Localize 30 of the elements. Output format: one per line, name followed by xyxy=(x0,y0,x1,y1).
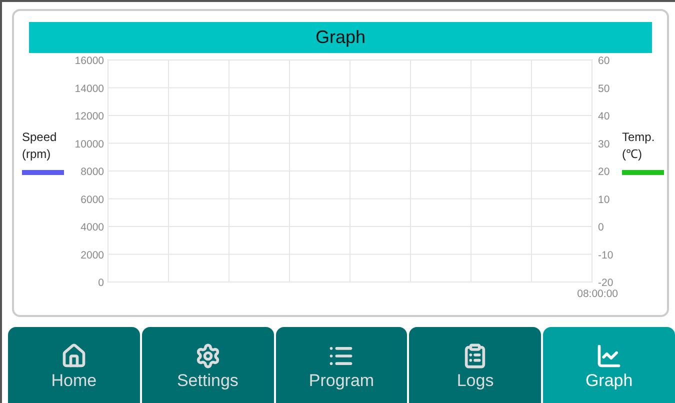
tick-label: 4000 xyxy=(80,222,104,234)
tick-label: 0 xyxy=(98,277,104,289)
tick-label: -10 xyxy=(598,249,614,262)
line-chart-icon xyxy=(596,343,622,369)
tick-label: 8000 xyxy=(80,166,104,178)
settings-icon xyxy=(194,343,221,369)
home-icon xyxy=(60,343,87,369)
tick-label: -20 xyxy=(598,277,614,289)
nav-tab[interactable]: Settings xyxy=(142,327,274,403)
tick-label: 6000 xyxy=(80,194,104,206)
tick-label: 0 xyxy=(598,222,604,234)
tick-label: 2000 xyxy=(80,249,104,262)
nav-tab[interactable]: Logs xyxy=(409,327,542,403)
nav-tab[interactable]: Home xyxy=(8,327,140,403)
speed-axis-label: Speed (rpm) xyxy=(22,129,57,164)
tick-label: 20 xyxy=(598,166,610,178)
tick-label: 50 xyxy=(598,82,610,95)
nav-tab[interactable]: Program xyxy=(276,327,408,403)
tick-label: 12000 xyxy=(74,110,104,122)
temperature-axis-label: Temp. (℃) xyxy=(622,129,655,164)
tick-label: 16000 xyxy=(74,55,104,67)
tick-label: 30 xyxy=(598,138,610,150)
tick-label: 10000 xyxy=(74,138,104,150)
tick-label: 40 xyxy=(598,110,610,122)
time-label: 08:00:00 xyxy=(577,288,618,300)
tick-label: 60 xyxy=(598,55,610,67)
tick-label: 10 xyxy=(598,194,610,206)
nav-tab[interactable]: Graph xyxy=(543,327,675,403)
graph-title: Graph xyxy=(29,22,652,53)
tick-label: 14000 xyxy=(74,82,104,95)
